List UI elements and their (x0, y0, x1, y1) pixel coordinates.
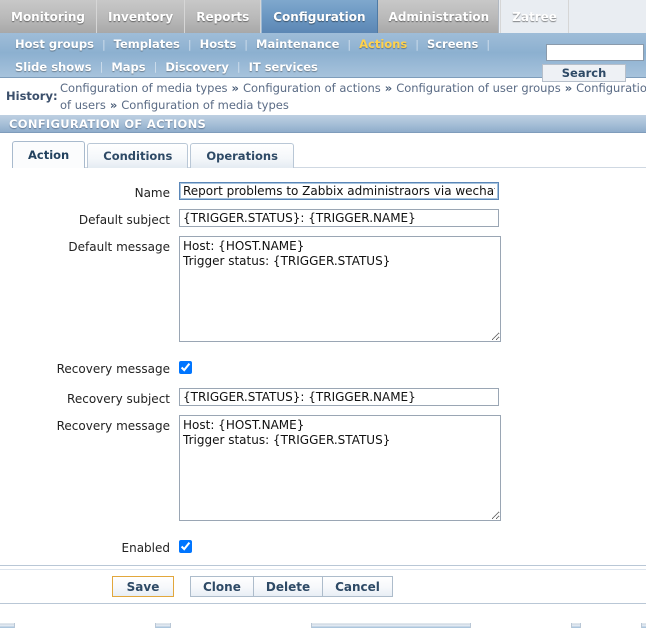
main-menu-bar: Monitoring Inventory Reports Configuration A… (0, 0, 646, 33)
sub-menu-item-slide-shows[interactable]: Slide shows (8, 60, 99, 74)
sub-menu-separator: | (244, 37, 249, 51)
name-input[interactable] (179, 182, 499, 200)
default-subject-input[interactable] (179, 209, 499, 227)
clone-button[interactable]: Clone (190, 576, 254, 597)
main-menu-item-reports[interactable]: Reports (185, 0, 262, 33)
sub-menu-separator: | (99, 60, 104, 73)
sub-menu-separator: | (153, 60, 158, 73)
main-menu-item-administration[interactable]: Administration (378, 0, 502, 33)
form-row-enabled: Enabled (0, 537, 646, 555)
recovery-message-textarea[interactable]: Host: {HOST.NAME} Trigger status: {TRIGG… (179, 415, 501, 521)
recovery-message-toggle-label: Recovery message (56, 362, 170, 376)
sub-menu-separator: | (187, 37, 192, 51)
breadcrumb-item[interactable]: Configuration of user groups (396, 81, 561, 95)
default-message-textarea[interactable]: Host: {HOST.NAME} Trigger status: {TRIGG… (179, 236, 501, 342)
tab-operations[interactable]: Operations (190, 143, 294, 168)
sub-menu-separator: | (101, 37, 106, 51)
breadcrumb: Configuration of media types » Configura… (60, 80, 646, 113)
name-label: Name (134, 186, 170, 200)
tab-action[interactable]: Action (12, 141, 86, 168)
sub-menu-item-maintenance[interactable]: Maintenance (249, 37, 346, 51)
main-menu-item-monitoring[interactable]: Monitoring (0, 0, 97, 33)
form-row-name: Name (0, 182, 646, 200)
sub-menu-separator: | (347, 37, 352, 51)
breadcrumb-separator: » (227, 81, 243, 95)
form-row-default-message: Default message Host: {HOST.NAME} Trigge… (0, 236, 646, 345)
breadcrumb-separator: » (380, 81, 397, 95)
save-button[interactable]: Save (112, 576, 174, 597)
sub-menu-separator: | (236, 60, 241, 73)
history-label: History: (6, 89, 58, 103)
breadcrumb-item[interactable]: Configuration of media types (60, 81, 228, 95)
recovery-message-label: Recovery message (56, 419, 170, 433)
sub-menu-item-screens[interactable]: Screens (420, 37, 485, 51)
main-menu-item-configuration[interactable]: Configuration (261, 0, 378, 33)
tab-conditions[interactable]: Conditions (87, 143, 189, 168)
default-message-label: Default message (68, 240, 170, 254)
sub-menu-item-it-services[interactable]: IT services (242, 60, 325, 74)
breadcrumb-item[interactable]: Configuration of media types (121, 98, 289, 112)
breadcrumb-separator: » (560, 81, 577, 95)
sub-menu-item-maps[interactable]: Maps (104, 60, 152, 74)
delete-button[interactable]: Delete (252, 576, 324, 597)
page-title: CONFIGURATION OF ACTIONS (0, 114, 646, 133)
form-tabs: Action Conditions Operations (12, 139, 646, 168)
sub-menu-separator: | (486, 37, 491, 51)
history-bar: History: Configuration of media types » … (0, 78, 646, 114)
enabled-checkbox[interactable] (179, 539, 192, 553)
sub-menu-item-discovery[interactable]: Discovery (158, 60, 236, 74)
page-bottom-edge (0, 621, 646, 628)
main-menu-item-inventory[interactable]: Inventory (97, 0, 186, 33)
search-input[interactable] (546, 44, 644, 61)
default-subject-label: Default subject (78, 213, 170, 227)
action-form-container: ActionConditionsOperations Name Default … (0, 133, 646, 604)
enabled-label: Enabled (121, 541, 171, 555)
form-row-default-subject: Default subject (0, 209, 646, 227)
main-menu-items: Monitoring Inventory Reports Configuration A… (0, 0, 569, 33)
recovery-subject-input[interactable] (179, 388, 499, 406)
form-row-recovery-subject: Recovery subject (0, 388, 646, 406)
app-window: Monitoring Inventory Reports Configuration A… (0, 0, 646, 628)
main-menu-item-zatree[interactable]: Zatree (501, 0, 569, 33)
recovery-message-checkbox[interactable] (179, 360, 192, 374)
form-action-buttons: Save Clone Delete Cancel (0, 570, 646, 604)
search-button[interactable]: Search (542, 64, 626, 82)
sub-menu-item-actions[interactable]: Actions (352, 37, 414, 51)
breadcrumb-item[interactable]: Configuration of actions (243, 81, 381, 95)
cancel-button[interactable]: Cancel (322, 576, 393, 597)
sub-menu-item-host-groups[interactable]: Host groups (8, 37, 101, 51)
breadcrumb-separator: » (105, 98, 122, 112)
action-form: Name Default subject Default message Hos… (0, 182, 646, 555)
sub-menu-item-hosts[interactable]: Hosts (193, 37, 244, 51)
recovery-subject-label: Recovery subject (67, 392, 170, 406)
search-area: Search (540, 44, 646, 82)
form-row-recovery-message-toggle: Recovery message (0, 358, 646, 376)
sub-menu-separator: | (415, 37, 419, 51)
sub-menu-item-templates[interactable]: Templates (107, 37, 187, 51)
form-row-recovery-message: Recovery message Host: {HOST.NAME} Trigg… (0, 415, 646, 524)
